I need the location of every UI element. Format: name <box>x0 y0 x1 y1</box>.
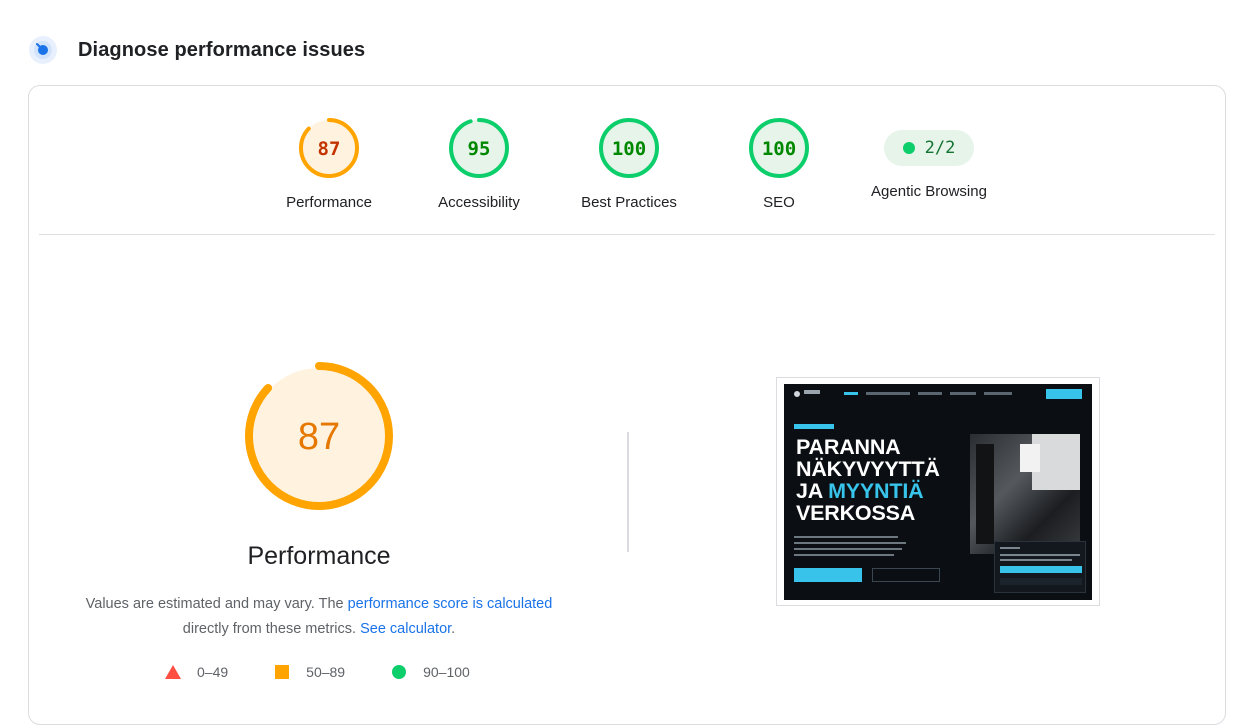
section-title: Diagnose performance issues <box>78 38 366 61</box>
page-screenshot[interactable]: PARANNA NÄKYVYYTTÄ JA MYYNTIÄ VERKOSSA <box>776 377 1100 606</box>
agentic-pill: 2/2 <box>884 130 974 166</box>
gauge-value: 100 <box>762 138 796 160</box>
lighthouse-gauge-icon <box>29 36 57 64</box>
hero-paragraph-line <box>794 542 906 544</box>
performance-title: Performance <box>247 542 391 570</box>
cookie-line <box>1000 554 1080 556</box>
legend-range: 50–89 <box>306 664 346 680</box>
nav-link <box>950 392 976 395</box>
hero-paragraph-line <box>794 536 898 538</box>
hero-accent-word: MYYNTIÄ <box>828 479 924 503</box>
score-label: Accessibility <box>438 194 520 211</box>
legend-range: 0–49 <box>197 664 229 680</box>
score-agentic-browsing[interactable]: 2/2 Agentic Browsing <box>849 116 1009 200</box>
hero-line: NÄKYVYYTTÄ <box>796 457 940 481</box>
vertical-divider <box>627 432 629 552</box>
legend-range: 90–100 <box>423 664 470 680</box>
performance-description: Values are estimated and may vary. The p… <box>69 592 569 642</box>
score-calculated-link[interactable]: performance score is calculated <box>348 596 553 612</box>
nav-cta <box>1046 389 1082 399</box>
hero-line: PARANNA <box>796 435 901 459</box>
screenshot-image: PARANNA NÄKYVYYTTÄ JA MYYNTIÄ VERKOSSA <box>784 384 1092 600</box>
pass-dot-icon <box>902 142 915 154</box>
legend-average: 50–89 <box>274 664 345 680</box>
score-legend: 0–49 50–89 90–100 <box>165 664 516 680</box>
cookie-line <box>1000 559 1072 561</box>
see-calculator-link[interactable]: See calculator <box>360 621 451 637</box>
gauge-value: 100 <box>612 138 646 160</box>
desc-text: directly from these metrics. <box>182 621 357 637</box>
hero-secondary-button <box>872 568 940 582</box>
site-brand <box>804 390 820 394</box>
hero-line: JA MYYNTIÄ <box>796 480 940 502</box>
seo-gauge: 100 <box>749 118 809 178</box>
report-card: 87 Performance 95 Accessibility 100 Best… <box>28 85 1226 725</box>
scores-row: 87 Performance 95 Accessibility 100 Best… <box>29 86 1225 235</box>
big-gauge-value: 87 <box>298 416 340 458</box>
score-performance[interactable]: 87 Performance <box>259 116 399 211</box>
cookie-settings <box>1000 578 1082 585</box>
score-label: Best Practices <box>581 194 677 211</box>
legend-fail: 0–49 <box>165 664 228 680</box>
nav-link <box>866 392 910 395</box>
gauge-value: 87 <box>318 138 341 160</box>
screenshot-nav <box>784 384 1092 404</box>
pass-circle-icon <box>392 665 407 679</box>
score-label: Agentic Browsing <box>871 183 987 200</box>
site-logo-icon <box>794 391 800 397</box>
hero-photo <box>970 434 1080 554</box>
big-gauge-svg: 87 <box>245 362 393 510</box>
hero-paragraph-line <box>794 548 902 550</box>
score-accessibility[interactable]: 95 Accessibility <box>409 116 549 211</box>
fail-triangle-icon <box>165 665 181 679</box>
hero-heading: PARANNA NÄKYVYYTTÄ JA MYYNTIÄ VERKOSSA <box>796 436 940 524</box>
photo-shape <box>1020 444 1040 472</box>
photo-shape <box>976 444 994 544</box>
desc-period: . <box>451 621 456 637</box>
nav-link <box>844 392 858 395</box>
cookie-accept <box>1000 566 1082 573</box>
cookie-line <box>1000 547 1020 549</box>
hero-primary-button <box>794 568 862 582</box>
performance-big-gauge: 87 <box>243 360 395 517</box>
best-practices-gauge: 100 <box>599 118 659 178</box>
divider <box>39 234 1215 235</box>
legend-pass: 90–100 <box>391 664 470 680</box>
score-best-practices[interactable]: 100 Best Practices <box>559 116 699 211</box>
nav-link <box>918 392 942 395</box>
hero-badge <box>794 424 834 429</box>
hero-word: JA <box>796 479 829 503</box>
section-header: Diagnose performance issues <box>28 34 365 66</box>
performance-gauge: 87 <box>299 118 359 178</box>
hero-paragraph-line <box>794 554 894 556</box>
score-seo[interactable]: 100 SEO <box>709 116 849 211</box>
hero-line: VERKOSSA <box>796 501 916 525</box>
average-square-icon <box>275 665 290 679</box>
accessibility-gauge: 95 <box>449 118 509 178</box>
desc-text: Values are estimated and may vary. The <box>85 596 348 612</box>
cookie-banner <box>994 541 1086 593</box>
nav-link <box>984 392 1012 395</box>
score-label: Performance <box>286 194 372 211</box>
agentic-value: 2/2 <box>924 138 956 158</box>
gauge-value: 95 <box>468 138 491 160</box>
score-label: SEO <box>763 194 795 211</box>
